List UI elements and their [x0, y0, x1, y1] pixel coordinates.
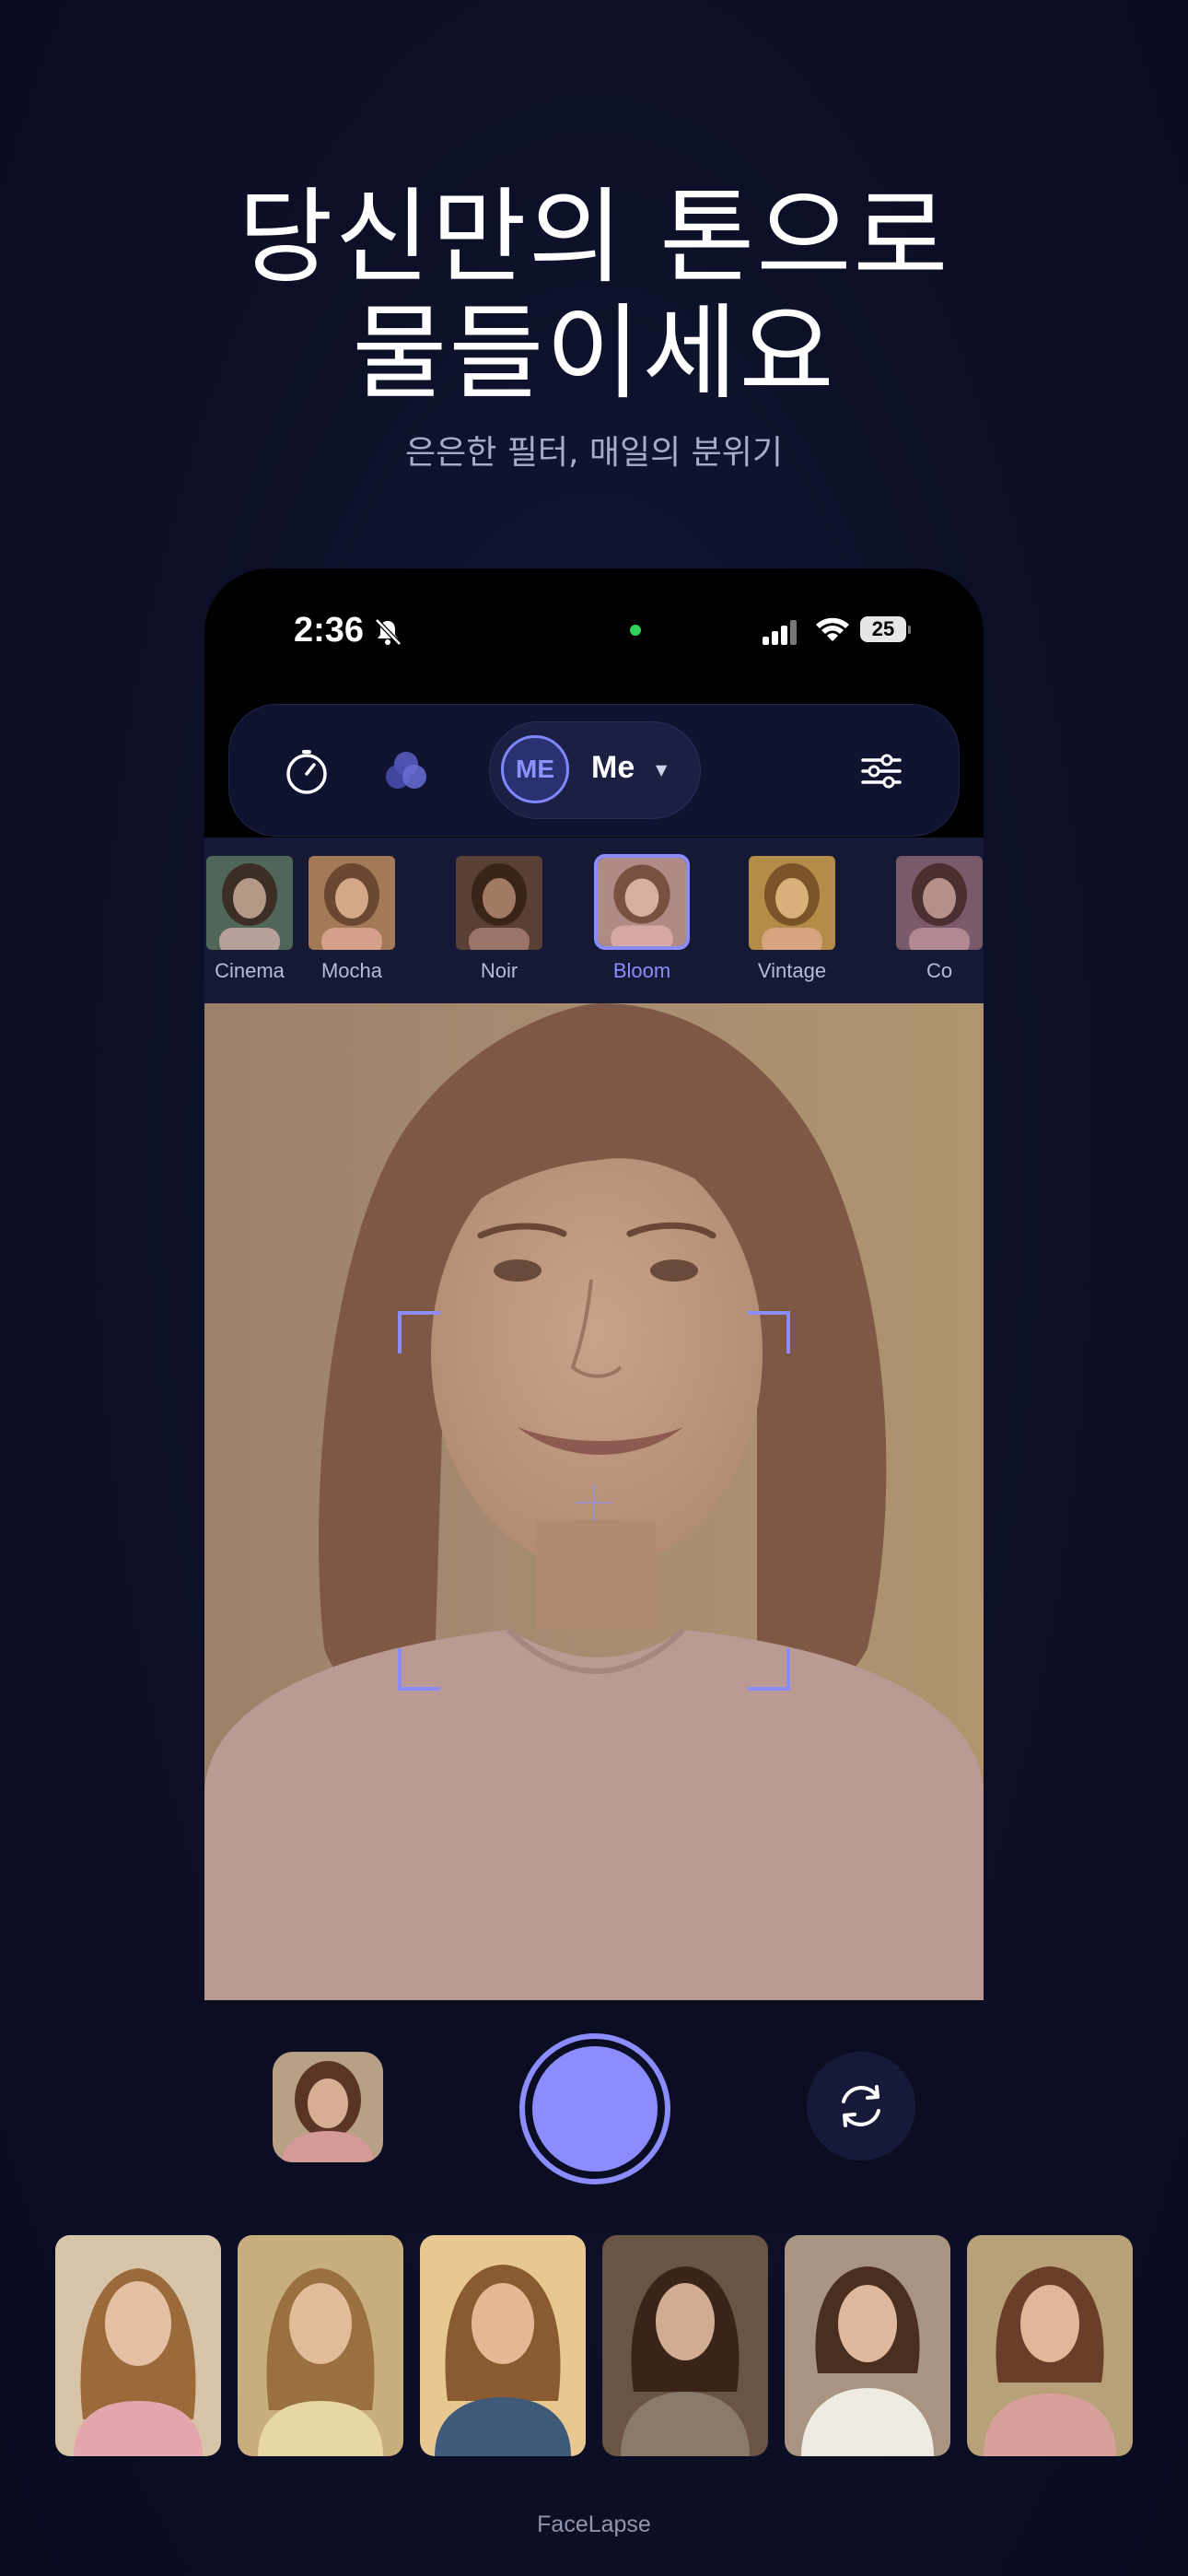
gallery-photo [238, 2235, 403, 2456]
filter-thumbnail [309, 856, 395, 950]
camera-indicator-dot [630, 625, 641, 636]
filter-mocha[interactable]: Mocha [303, 856, 401, 983]
sliders-icon[interactable] [856, 745, 907, 797]
filter-thumbnail [456, 856, 542, 950]
headline-line-2: 물들이세요 [352, 294, 836, 414]
profile-name: Me [591, 750, 635, 785]
filter-label: Mocha [320, 959, 383, 982]
battery-icon: 25 [860, 616, 911, 644]
filter-co[interactable]: Co [891, 856, 984, 983]
profile-selector[interactable]: ME Me ▼ [489, 721, 701, 819]
promo-subheadline: 은은한 필터, 매일의 분위기 [404, 434, 784, 472]
wifi-icon [816, 617, 849, 641]
promo-headline: 당신만의 톤으로 물들이세요 [0, 180, 1188, 412]
filter-thumbnail [594, 854, 690, 950]
battery-level: 25 [860, 616, 906, 642]
sample-gallery [55, 2235, 1133, 2456]
status-time: 2:36 [294, 611, 365, 650]
color-filter-icon[interactable] [380, 745, 432, 797]
flip-camera-icon [842, 2085, 880, 2127]
filter-thumbnail [896, 856, 983, 950]
filter-label: Cinema [215, 959, 285, 982]
filter-thumbnail [206, 856, 293, 950]
gallery-photo [967, 2235, 1133, 2456]
camera-toolbar: ME Me ▼ [228, 704, 960, 837]
filter-label: Bloom [612, 959, 671, 982]
filter-label: Vintage [757, 959, 827, 982]
gallery-photo [602, 2235, 768, 2456]
filter-vintage[interactable]: Vintage [743, 856, 841, 983]
cellular-signal-icon [763, 620, 797, 645]
gallery-photo [420, 2235, 586, 2456]
phone-frame: 2:36 25 ME Me ▼ Cinema Mocha Noir Bloom … [204, 568, 984, 2227]
chevron-down-icon: ▼ [656, 761, 668, 779]
filter-label: Noir [480, 959, 518, 982]
gallery-photo [785, 2235, 950, 2456]
timer-icon[interactable] [281, 745, 332, 797]
face-focus-frame [398, 1311, 790, 1691]
filter-bloom[interactable]: Bloom [593, 854, 691, 983]
filter-noir[interactable]: Noir [450, 856, 548, 983]
flip-camera-button[interactable] [807, 2052, 915, 2160]
filter-cinema[interactable]: Cinema [204, 856, 298, 983]
app-name: FaceLapse [537, 2512, 651, 2537]
last-photo-thumbnail[interactable] [273, 2052, 383, 2162]
headline-line-1: 당신만의 톤으로 [238, 178, 950, 298]
gallery-photo [55, 2235, 221, 2456]
filter-thumbnail [749, 856, 835, 950]
camera-controls [204, 2000, 984, 2227]
camera-viewfinder[interactable] [204, 1003, 984, 2000]
status-bar: 2:36 25 [204, 568, 984, 697]
profile-avatar: ME [501, 735, 569, 803]
shutter-button[interactable] [519, 2033, 670, 2184]
filter-strip: Cinema Mocha Noir Bloom Vintage Co [204, 837, 984, 1003]
bell-muted-icon [375, 618, 402, 646]
filter-label: Co [926, 959, 953, 982]
